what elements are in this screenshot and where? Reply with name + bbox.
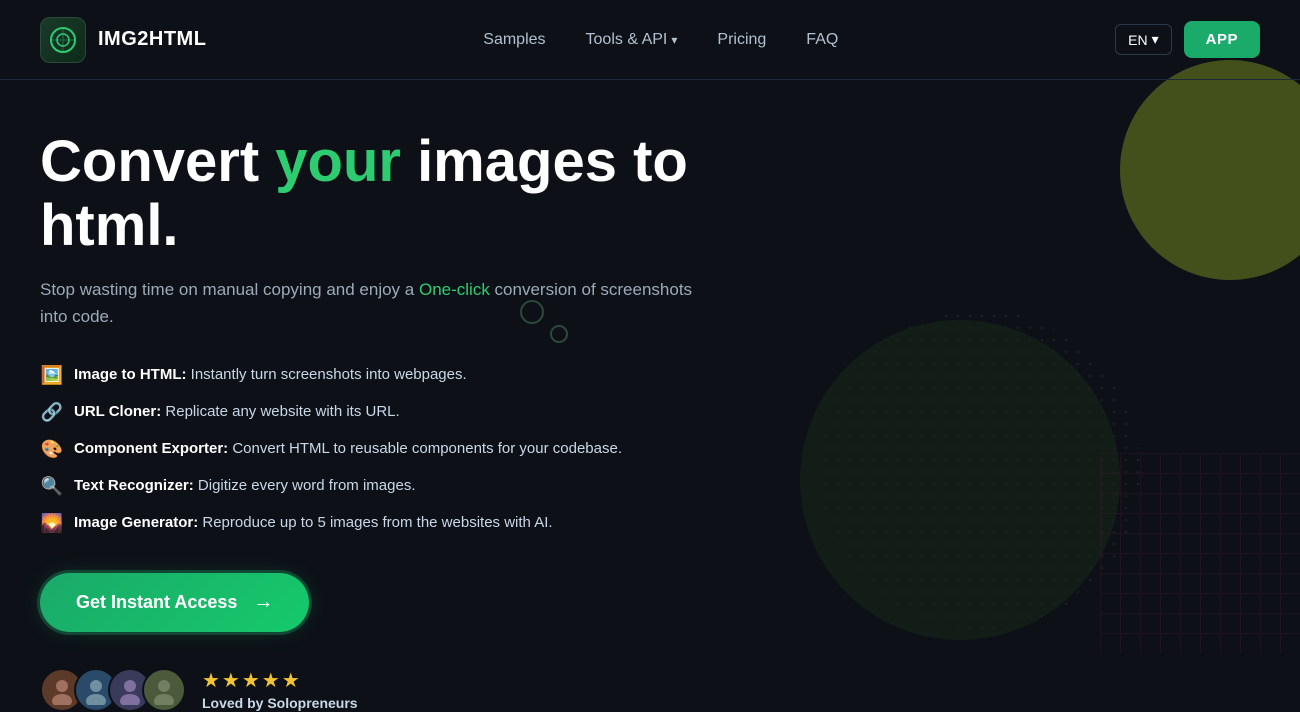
navbar: IMG2HTML Samples Tools & API ▾ Pricing F… [0,0,1300,80]
star-rating: ★★★★★ [202,668,358,693]
cta-button[interactable]: Get Instant Access → [40,573,309,632]
image-generator-icon: 🌄 [40,510,64,537]
chevron-down-icon: ▾ [671,33,677,47]
feature-component-exporter: 🎨 Component Exporter: Convert HTML to re… [40,436,710,463]
text-recognizer-icon: 🔍 [40,473,64,500]
bg-grid-right [1100,453,1300,653]
main-content: Convert your images to html. Stop wastin… [0,80,750,712]
app-button[interactable]: APP [1184,21,1260,58]
chevron-down-icon: ▾ [1152,31,1159,48]
avatar [142,668,186,712]
nav-links: Samples Tools & API ▾ Pricing FAQ [483,31,838,49]
logo-icon [40,17,86,63]
avatars [40,668,186,712]
social-proof: ★★★★★ Loved by Solopreneurs [40,668,710,712]
nav-samples[interactable]: Samples [483,31,545,49]
logo[interactable]: IMG2HTML [40,17,206,63]
one-click-link[interactable]: One-click [419,280,490,299]
feature-url-cloner: 🔗 URL Cloner: Replicate any website with… [40,399,710,426]
bg-circle-dark [800,320,1120,640]
language-selector[interactable]: EN ▾ [1115,24,1171,55]
feature-image-to-html: 🖼️ Image to HTML: Instantly turn screens… [40,362,710,389]
feature-list: 🖼️ Image to HTML: Instantly turn screens… [40,362,710,537]
bg-circle-olive [1120,60,1300,280]
component-exporter-icon: 🎨 [40,436,64,463]
url-cloner-icon: 🔗 [40,399,64,426]
hero-subtitle: Stop wasting time on manual copying and … [40,276,710,330]
social-label: Loved by Solopreneurs [202,695,358,711]
cta-label: Get Instant Access [76,592,237,613]
arrow-icon: → [253,591,273,614]
nav-right: EN ▾ APP [1115,21,1260,58]
nav-faq[interactable]: FAQ [806,31,838,49]
feature-image-generator: 🌄 Image Generator: Reproduce up to 5 ima… [40,510,710,537]
logo-text: IMG2HTML [98,28,206,51]
social-text: ★★★★★ Loved by Solopreneurs [202,668,358,711]
image-html-icon: 🖼️ [40,362,64,389]
nav-tools-api[interactable]: Tools & API ▾ [586,31,678,49]
hero-title: Convert your images to html. [40,130,710,258]
nav-pricing[interactable]: Pricing [717,31,766,49]
feature-text-recognizer: 🔍 Text Recognizer: Digitize every word f… [40,473,710,500]
